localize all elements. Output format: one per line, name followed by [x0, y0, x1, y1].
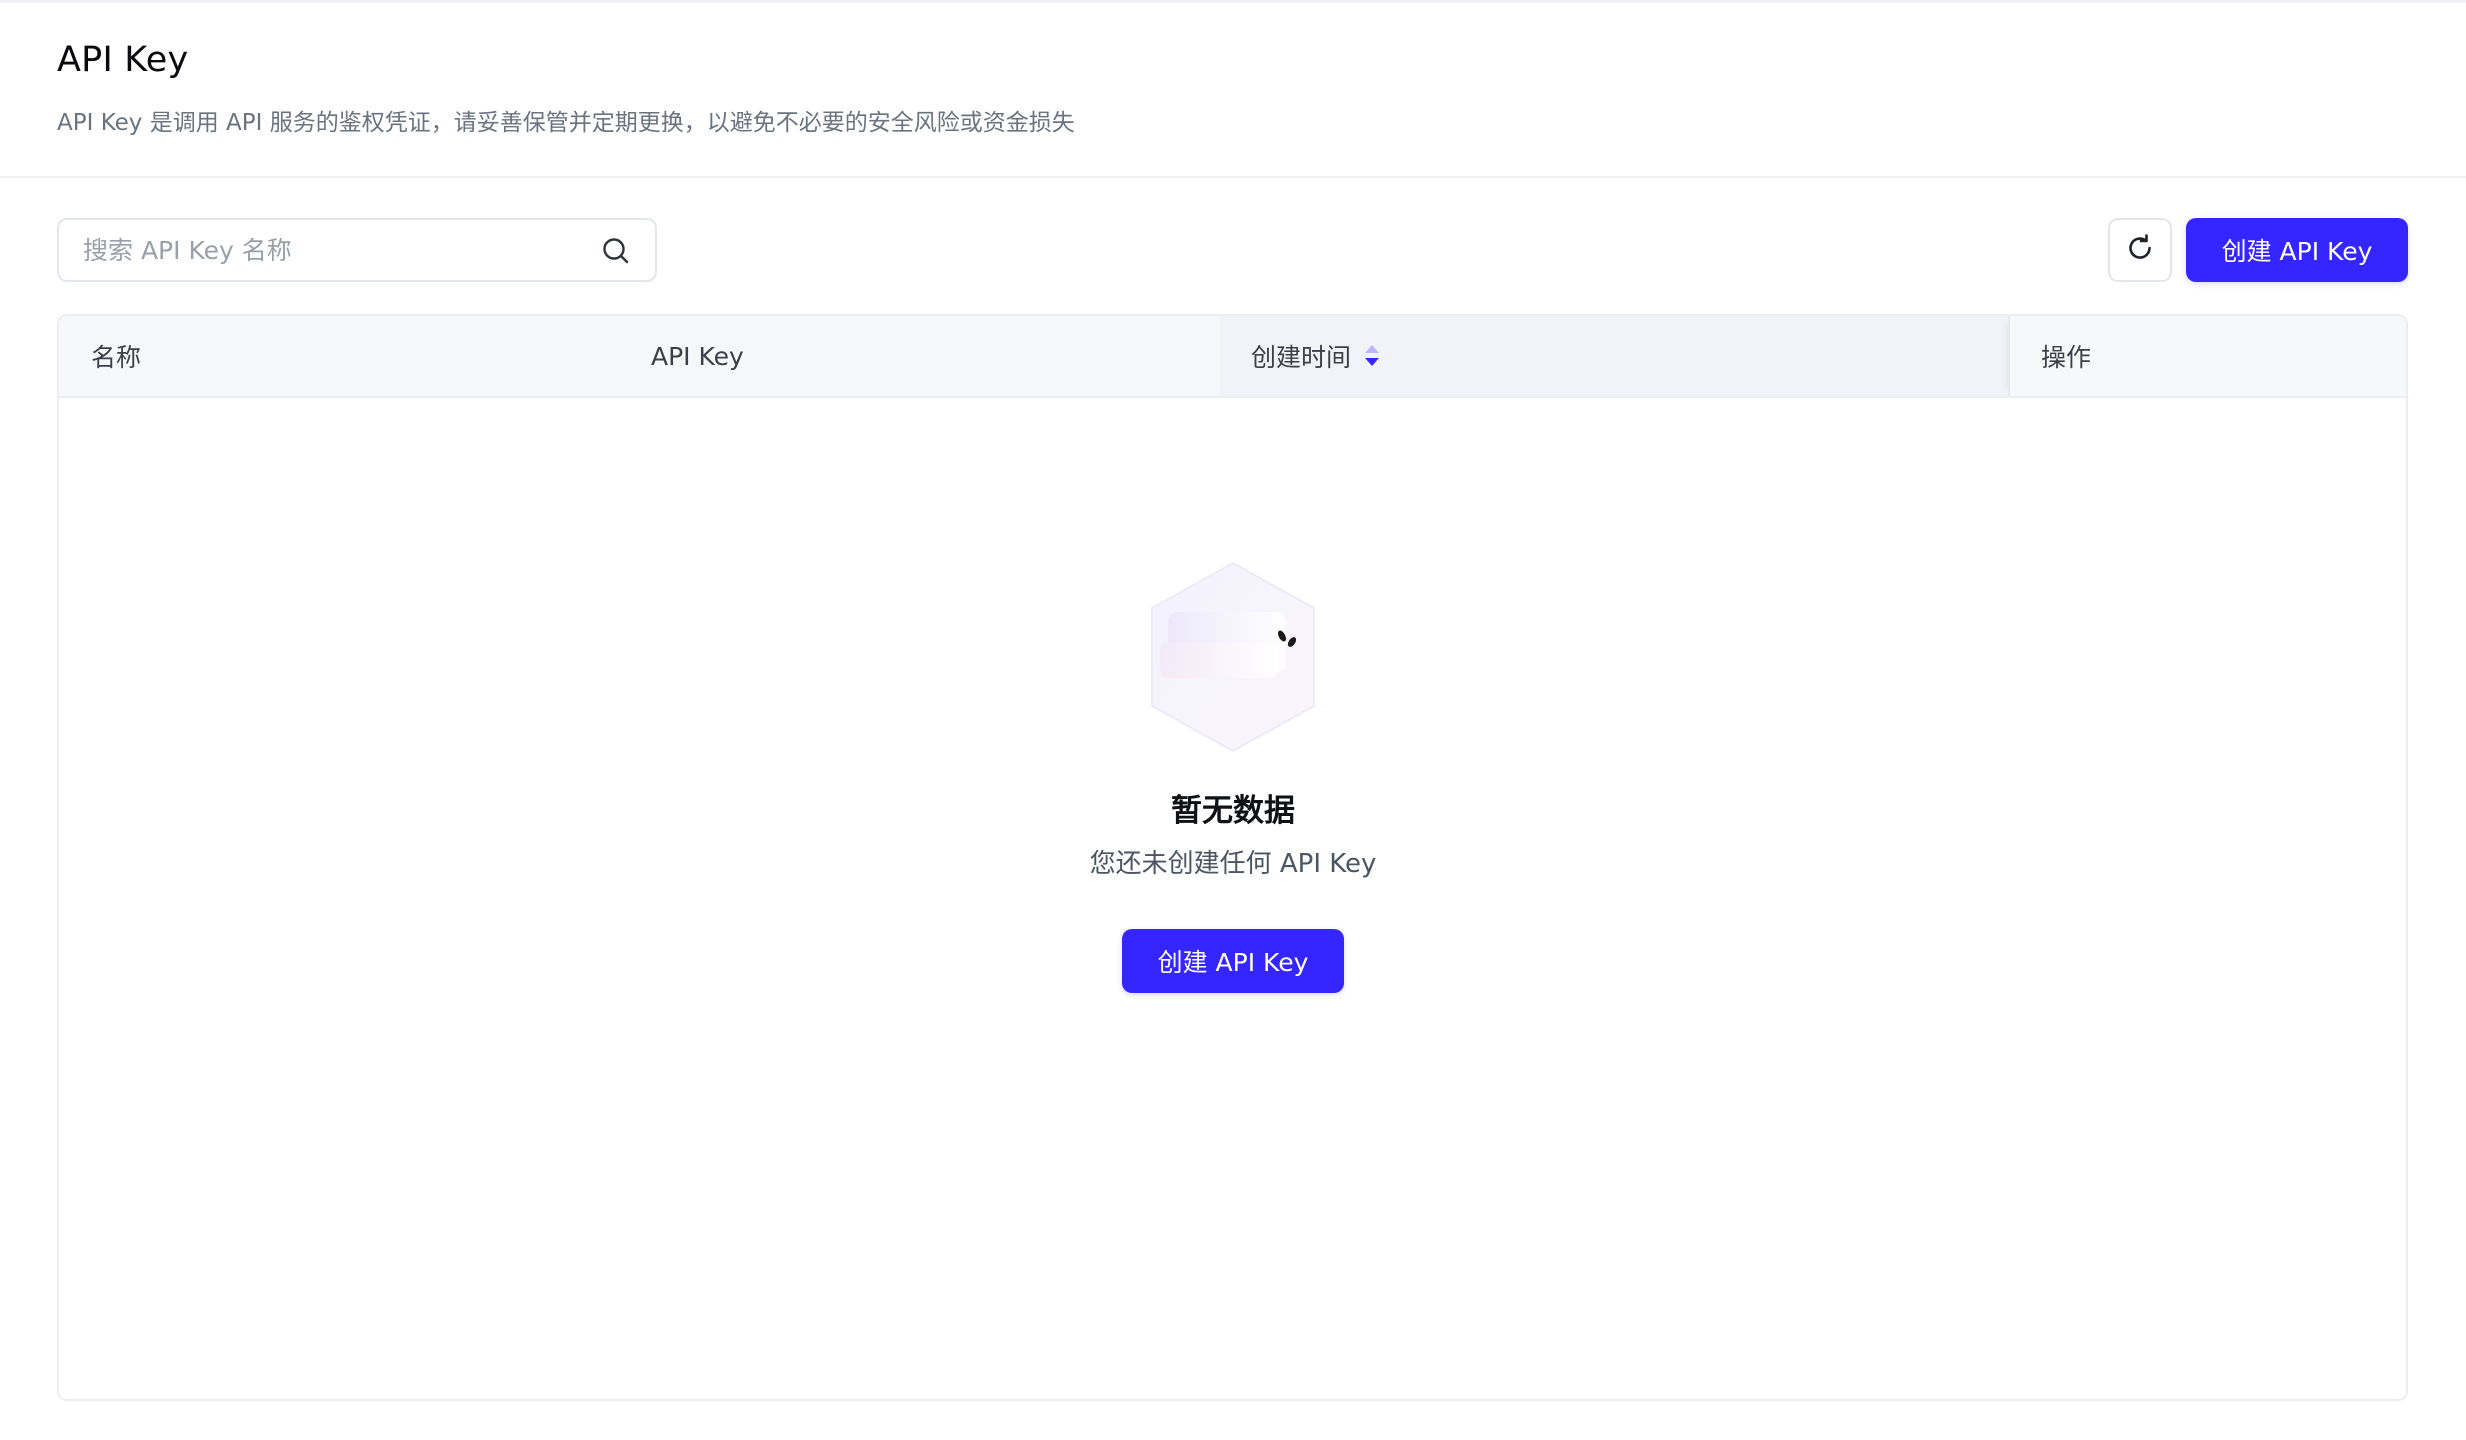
empty-box-illustration [1146, 560, 1320, 754]
search-input[interactable] [81, 220, 581, 280]
column-header-name: 名称 [91, 343, 142, 372]
page-header: API Key API Key 是调用 API 服务的鉴权凭证，请妥善保管并定期… [0, 0, 2466, 178]
column-header-created-time-label: 创建时间 [1251, 343, 1352, 372]
column-header-operations: 操作 [2041, 343, 2092, 372]
create-api-key-button[interactable]: 创建 API Key [2186, 218, 2408, 282]
page-title: API Key [57, 40, 189, 80]
page-description: API Key 是调用 API 服务的鉴权凭证，请妥善保管并定期更换，以避免不必… [57, 110, 1075, 136]
empty-state-description: 您还未创建任何 API Key [1089, 849, 1377, 879]
search-box[interactable] [57, 218, 657, 282]
refresh-icon [2124, 232, 2156, 268]
refresh-button[interactable] [2108, 218, 2172, 282]
table-header: 名称 API Key 创建时间 操作 [59, 316, 2406, 398]
empty-state-title: 暂无数据 [1171, 793, 1295, 829]
column-header-api-key: API Key [651, 341, 744, 371]
sort-icon[interactable] [1363, 343, 1381, 369]
search-icon[interactable] [601, 236, 631, 266]
column-header-created-time[interactable]: 创建时间 [1251, 316, 1381, 396]
empty-state-create-api-key-button[interactable]: 创建 API Key [1122, 929, 1344, 993]
